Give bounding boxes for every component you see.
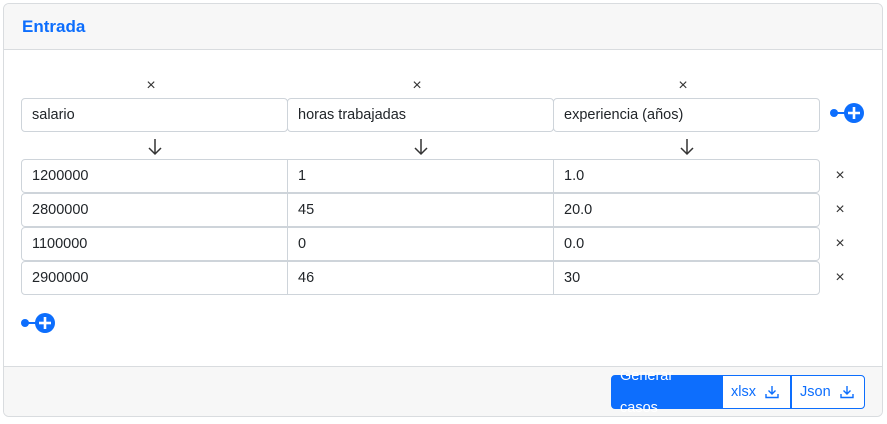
download-icon xyxy=(765,386,779,399)
add-row-button[interactable] xyxy=(19,310,57,336)
cell-input[interactable]: 2800000 xyxy=(21,193,288,227)
cell-input[interactable]: 1200000 xyxy=(21,159,288,193)
remove-row-2-button[interactable]: × xyxy=(830,200,850,220)
cell-input[interactable]: 45 xyxy=(287,193,554,227)
column-name-input-1[interactable]: salario xyxy=(21,98,288,132)
generate-cases-button[interactable]: Generar casos xyxy=(611,368,723,416)
download-icon xyxy=(839,386,854,399)
arrow-down-icon xyxy=(680,139,694,156)
json-label: Json xyxy=(800,384,831,400)
column-name-input-3[interactable]: experiencia (años) xyxy=(553,98,820,132)
cell-input[interactable]: 2900000 xyxy=(21,261,288,295)
xlsx-label: xlsx xyxy=(731,384,756,400)
remove-row-4-button[interactable]: × xyxy=(830,268,850,288)
remove-column-2-button[interactable]: × xyxy=(407,77,427,95)
cell-input[interactable]: 1 xyxy=(287,159,554,193)
cell-input[interactable]: 46 xyxy=(287,261,554,295)
cell-input[interactable]: 0 xyxy=(287,227,554,261)
generate-cases-label: Generar casos xyxy=(620,368,674,416)
cell-input[interactable]: 0.0 xyxy=(553,227,820,261)
cell-input[interactable]: 1.0 xyxy=(553,159,820,193)
export-json-button[interactable]: Json xyxy=(791,375,865,409)
cell-input[interactable]: 30 xyxy=(553,261,820,295)
card-header: Entrada xyxy=(4,4,882,50)
cell-input[interactable]: 20.0 xyxy=(553,193,820,227)
remove-row-3-button[interactable]: × xyxy=(830,234,850,254)
input-card: Entrada × × × salario horas trabajadas e… xyxy=(3,3,883,417)
add-column-button[interactable] xyxy=(828,100,866,126)
export-xlsx-button[interactable]: xlsx xyxy=(723,375,791,409)
remove-row-1-button[interactable]: × xyxy=(830,166,850,186)
remove-column-1-button[interactable]: × xyxy=(141,77,161,95)
column-name-input-2[interactable]: horas trabajadas xyxy=(287,98,554,132)
card-title: Entrada xyxy=(22,17,86,36)
remove-column-3-button[interactable]: × xyxy=(673,77,693,95)
arrow-down-icon xyxy=(148,139,162,156)
cell-input[interactable]: 1100000 xyxy=(21,227,288,261)
arrow-down-icon xyxy=(414,139,428,156)
export-button-group: Generar casos xlsx Json xyxy=(611,368,865,416)
